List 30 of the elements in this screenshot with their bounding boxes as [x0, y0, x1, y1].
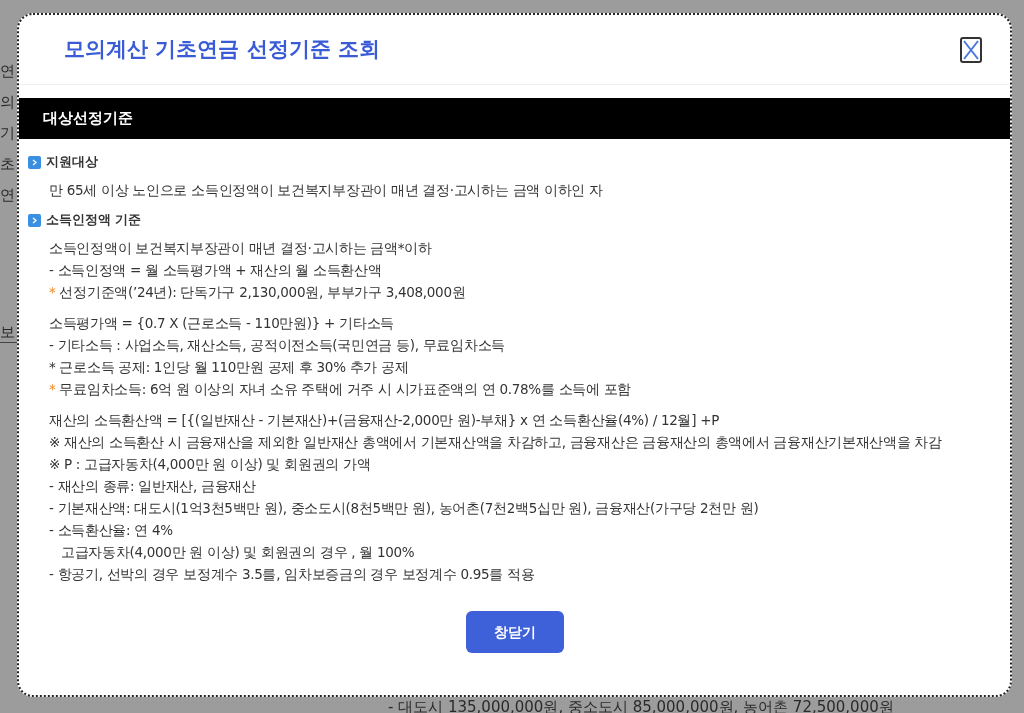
body-text: - 기본재산액: 대도시(1억3천5백만 원), 중소도시(8천5백만 원), 농어촌(7천2백5십만 원), 금융재산(가구당 2천만 원): [49, 499, 760, 518]
background-text: 의: [0, 92, 15, 113]
body-text: 고급자동차(4,000만 원 이상) 및 회원권의 경우 , 월 100%: [60, 543, 416, 562]
note-text: * 선정기준액(’24년): 단독가구 2,130,000원, 부부가구 3,408,000원: [49, 283, 467, 302]
body-text: 만 65세 이상 노인으로 소득인정액이 보건복지부장관이 매년 결정·고시하는 금액 이하인 자: [49, 181, 604, 200]
bullet-icon: [28, 155, 41, 169]
section-header: 대상선정기준: [43, 108, 133, 130]
note-text: * 무료임차소득: 6억 원 이상의 자녀 소유 주택에 거주 시 시가표준액의 연 0.78%를 소득에 포함: [49, 380, 633, 399]
close-icon[interactable]: [960, 36, 982, 63]
dialog-title: 모의계산 기초연금 선정기준 조회: [64, 35, 380, 63]
close-button[interactable]: 창닫기: [465, 611, 564, 653]
background-text: 보: [0, 322, 15, 342]
body-text: - 재산의 종류: 일반재산, 금융재산: [49, 477, 257, 496]
body-text: ※ P : 고급자동차(4,000만 원 이상) 및 회원권의 가액: [49, 455, 372, 474]
background-text: 연: [0, 185, 15, 206]
body-text: * 근로소득 공제: 1인당 월 110만원 공제 후 30% 추가 공제: [49, 358, 410, 377]
body-text: - 소득환산율: 연 4%: [49, 521, 174, 540]
body-text: ※ 재산의 소득환산 시 금융재산을 제외한 일반재산 총액에서 기본재산액을 차감하고, 금융재산은 금융재산의 총액에서 금융재산기본재산액을 차감: [49, 433, 943, 452]
body-text: - 기타소득 : 사업소득, 재산소득, 공적이전소득(국민연금 등), 무료임차소득: [49, 336, 506, 355]
background-text: 기: [0, 123, 15, 144]
body-text: - 항공기, 선박의 경우 보정계수 3.5를, 임차보증금의 경우 보정계수 0.95를 적용: [49, 565, 536, 584]
subsection-heading: 소득인정액 기준: [46, 210, 142, 229]
background-text: 연: [0, 61, 15, 82]
subsection-heading: 지원대상: [46, 152, 98, 171]
body-text: 소득인정액이 보건복지부장관이 매년 결정·고시하는 금액*이하: [49, 239, 433, 258]
body-text: - 소득인정액 = 월 소득평가액 + 재산의 월 소득환산액: [49, 261, 383, 280]
body-text: 재산의 소득환산액 = [{(일반재산 - 기본재산)+(금융재산-2,000만 원)-부채} x 연 소득환산율(4%) / 12월] +P: [49, 411, 720, 430]
body-text: 소득평가액 = {0.7 X (근로소득 - 110만원)} + 기타소득: [49, 314, 395, 333]
bullet-icon: [28, 213, 41, 227]
background-text: 초: [0, 154, 15, 175]
